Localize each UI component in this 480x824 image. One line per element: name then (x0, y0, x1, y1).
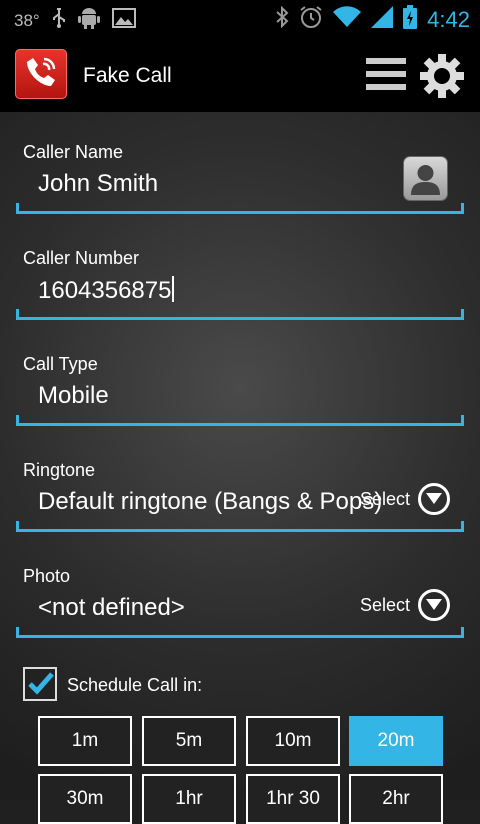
gear-icon[interactable] (418, 52, 466, 100)
caller-name-input[interactable]: John Smith (38, 170, 158, 198)
schedule-option-2hr[interactable]: 2hr (349, 774, 443, 824)
photo-select-button[interactable]: Select (360, 589, 450, 621)
photo-select-label: Select (359, 594, 410, 615)
image-icon (111, 8, 136, 33)
call-type-value[interactable]: Mobile (38, 382, 109, 410)
ringtone-value: Default ringtone (Bangs & Pops) (38, 488, 383, 515)
action-bar: Fake Call (0, 38, 480, 112)
ringtone-select-button[interactable]: Select (360, 483, 450, 515)
call-type-label: Call Type (23, 354, 98, 374)
checkmark-icon (28, 672, 54, 695)
app-icon[interactable] (15, 49, 67, 99)
usb-icon (52, 8, 66, 33)
clock-text: 4:42 (427, 6, 470, 32)
caller-number-underline (16, 309, 464, 320)
alarm-icon (299, 5, 323, 34)
menu-icon[interactable] (366, 54, 406, 94)
schedule-option-1m[interactable]: 1m (38, 716, 132, 766)
schedule-checkbox[interactable] (23, 667, 57, 701)
bluetooth-icon (275, 5, 289, 33)
caller-name-underline (16, 203, 464, 214)
form-content: Caller Name John Smith Caller Number 160… (0, 112, 480, 824)
chevron-down-icon (418, 589, 450, 621)
battery-icon (403, 5, 418, 34)
phone-icon (24, 55, 58, 94)
ringtone-label: Ringtone (23, 460, 96, 480)
signal-icon (371, 6, 394, 33)
text-cursor (172, 276, 175, 302)
caller-number-input[interactable]: 1604356875 (38, 277, 171, 304)
schedule-option-1hr[interactable]: 1hr (142, 774, 236, 824)
android-icon (77, 7, 100, 34)
wifi-icon (333, 6, 362, 33)
caller-number-input-wrap[interactable]: 1604356875 (38, 276, 175, 305)
chevron-down-icon (418, 483, 450, 515)
schedule-label[interactable]: Schedule Call in: (67, 675, 202, 696)
status-bar: 38° 4:42 (0, 0, 480, 38)
schedule-option-1hr-30[interactable]: 1hr 30 (246, 774, 340, 824)
contact-icon (411, 165, 440, 195)
schedule-option-5m[interactable]: 5m (142, 716, 236, 766)
photo-value: <not defined> (38, 594, 185, 621)
photo-underline (16, 627, 464, 638)
photo-label: Photo (23, 566, 71, 586)
contact-picker-button[interactable] (404, 157, 447, 200)
ringtone-select-label: Select (359, 488, 410, 509)
caller-number-label: Caller Number (23, 248, 140, 268)
app-title: Fake Call (83, 64, 172, 87)
caller-name-label: Caller Name (23, 142, 124, 162)
schedule-option-10m[interactable]: 10m (246, 716, 340, 766)
ringtone-underline (16, 521, 464, 532)
call-type-underline (16, 415, 464, 426)
temperature-text: 38° (14, 10, 40, 30)
schedule-option-30m[interactable]: 30m (38, 774, 132, 824)
schedule-option-20m[interactable]: 20m (349, 716, 443, 766)
